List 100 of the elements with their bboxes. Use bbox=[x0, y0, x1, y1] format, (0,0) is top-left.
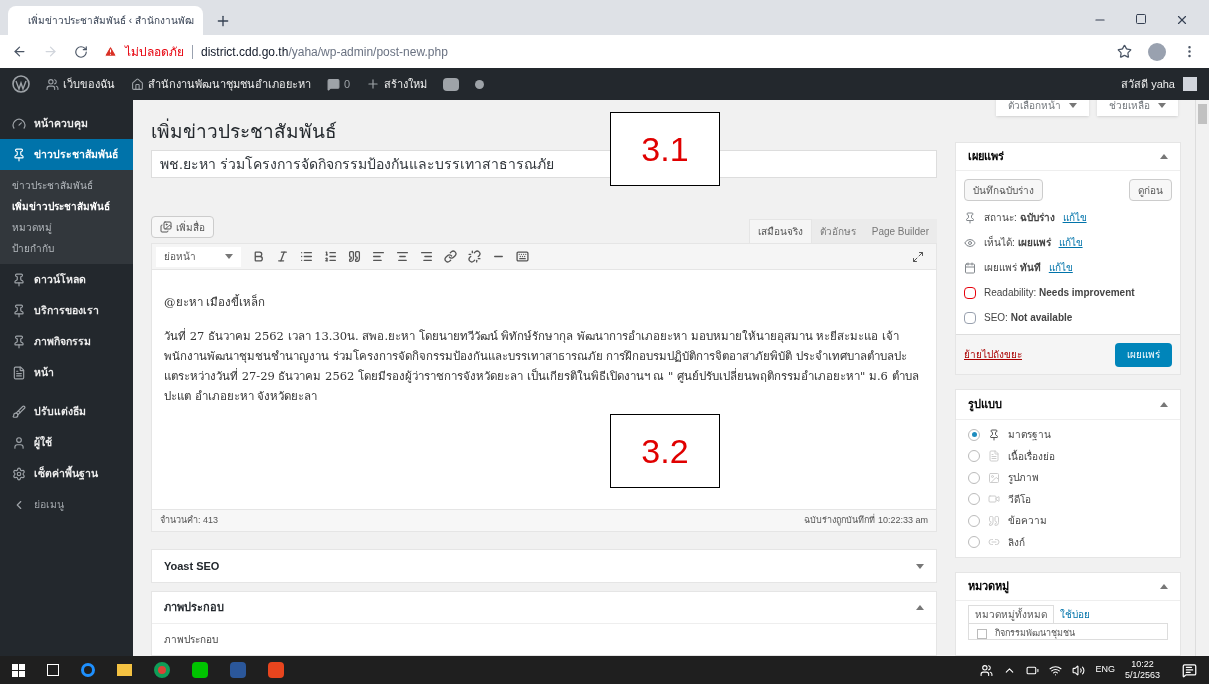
logo-icon[interactable] bbox=[12, 75, 30, 93]
my-sites-link[interactable]: เว็บของฉัน bbox=[46, 75, 115, 93]
category-label: กิจกรรมพัฒนาชุมชน bbox=[995, 628, 1075, 639]
volume-icon[interactable] bbox=[1072, 663, 1086, 677]
submenu-item[interactable]: ป้ายกำกับ bbox=[12, 241, 121, 256]
back-icon[interactable] bbox=[12, 44, 27, 59]
edit-link[interactable]: แก้ไข bbox=[1062, 210, 1087, 225]
sidebar-item[interactable]: ปรับแต่งธีม bbox=[0, 396, 133, 427]
sidebar-item[interactable]: ข่าวประชาสัมพันธ์ bbox=[0, 139, 133, 170]
editor-tab[interactable]: ตัวอักษร bbox=[811, 219, 864, 244]
greeting-link[interactable]: สวัสดี yaha bbox=[1121, 75, 1197, 93]
language-indicator[interactable]: ENG bbox=[1095, 663, 1115, 677]
close-icon[interactable] bbox=[1175, 13, 1189, 27]
pin-icon bbox=[12, 147, 26, 162]
quote-icon bbox=[988, 514, 1000, 527]
edit-link[interactable]: แก้ไข bbox=[1048, 260, 1073, 275]
windows-icon[interactable] bbox=[12, 663, 25, 677]
publish-button[interactable]: เผยแพร่ bbox=[1115, 342, 1172, 367]
site-link[interactable]: สำนักงานพัฒนาชุมชนอำเภอยะหา bbox=[131, 75, 311, 93]
category-tab[interactable]: ใช้บ่อย bbox=[1054, 605, 1096, 623]
quote-icon[interactable] bbox=[348, 250, 361, 264]
reload-icon[interactable] bbox=[74, 44, 88, 59]
pin-icon bbox=[12, 303, 26, 318]
gear-icon bbox=[12, 466, 26, 481]
autosave-status: ฉบับร่างถูกบันทึกที่ 10:22:33 am bbox=[804, 513, 928, 528]
sidebar-item[interactable]: ดาวน์โหลด bbox=[0, 264, 133, 295]
maximize-icon[interactable] bbox=[1135, 13, 1147, 25]
task-view-icon[interactable] bbox=[47, 664, 59, 676]
align-center-icon[interactable] bbox=[396, 250, 409, 264]
format-label: เนื้อเรื่องย่อ bbox=[1008, 448, 1055, 464]
editor-paragraph: วันที่ 27 ธันวาคม 2562 เวลา 13.30น. สพอ.ยะหา โดยนายทวีวัฒน์ พิทักษ์รักษากุล พัฒนาการอำเภอยะหา มอบหมายให้นายอุสมาน หะยีสะมะแอ เจ้าพนักงานพัฒนาชุมชนชำนาญงาน ร่วมโครงการจัดกิจกรรมป้องกันและบรรเทาสาธารณภัย การฝึกอบรมปฏิบัติการจิตอาสาภัยพิบัติ ประจำเทศบาลตำบลปะแตระหว่างวันที่ 27-29 ธันวาคม 2562 โดยมีรองผู้ว่าราชการจังหวัดยะลา เป็นเกียรติในพิธีเปิดงานฯ ณ " ศูนย์ปรับเปลี่ยนพฤติกรรมอำเภอยะหา" ม.6 ตำบลปะแต อำเภอยะหา จังหวัดยะลา bbox=[164, 327, 920, 406]
comments-link[interactable]: 0 bbox=[327, 75, 351, 93]
caret-down-icon bbox=[916, 563, 924, 569]
sidebar-item[interactable]: หน้า bbox=[0, 357, 133, 388]
sidebar-item[interactable]: หน้าควบคุม bbox=[0, 108, 133, 139]
wifi-icon[interactable] bbox=[1049, 663, 1063, 677]
editor-paragraph: @ยะหา เมืองขี้เหล็ก bbox=[164, 293, 267, 312]
pin-icon bbox=[964, 211, 976, 224]
publish-info: เผยแพร่ ทันที bbox=[984, 261, 1041, 275]
align-right-icon[interactable] bbox=[420, 250, 433, 264]
fullscreen-icon[interactable] bbox=[912, 250, 924, 263]
submenu-item[interactable]: เพิ่มข่าวประชาสัมพันธ์ bbox=[12, 199, 121, 214]
notification-icon[interactable] bbox=[1182, 662, 1197, 678]
submenu-item[interactable]: หมวดหมู่ bbox=[12, 220, 121, 235]
editor-tab[interactable]: เสมือนจริง bbox=[748, 219, 812, 244]
caret-down-icon bbox=[1158, 102, 1166, 108]
video-icon bbox=[988, 493, 1000, 506]
address-field[interactable]: ไม่ปลอดภัย district.cdd.go.th/yaha/wp-admin/post-new.php bbox=[104, 42, 448, 61]
title-text: พช.ยะหา ร่วมโครงการจัดกิจกรรมป้องกันและบรรเทาสาธารณภัย bbox=[160, 154, 554, 174]
metabox-header[interactable]: ภาพประกอบ bbox=[152, 592, 936, 624]
format-label: มาตรฐาน bbox=[1008, 428, 1051, 443]
format-dropdown[interactable]: ย่อหน้า bbox=[156, 246, 241, 267]
unlink-icon[interactable] bbox=[468, 250, 481, 264]
metabox-header[interactable]: Yoast SEO bbox=[152, 550, 936, 582]
avatar-icon[interactable] bbox=[1148, 42, 1166, 61]
calendar-icon bbox=[964, 261, 976, 274]
clock[interactable]: 10:22 5/1/2563 bbox=[1124, 659, 1160, 681]
caret-up-icon bbox=[1160, 584, 1168, 589]
bullet-list-icon[interactable] bbox=[300, 250, 313, 264]
browser-tab[interactable]: เพิ่มข่าวประชาสัมพันธ์ ‹ สำนักงานพัฒ bbox=[8, 6, 203, 35]
sidebar-item[interactable]: ย่อเมนู bbox=[0, 489, 133, 520]
gauge-icon bbox=[12, 116, 26, 131]
numbered-list-icon[interactable] bbox=[324, 250, 337, 264]
caret-up-icon bbox=[1160, 154, 1168, 159]
plus-icon bbox=[366, 77, 381, 91]
comment-icon bbox=[327, 77, 340, 91]
image-icon bbox=[988, 471, 1000, 484]
category-tab[interactable]: หมวดหมู่ทั้งหมด bbox=[968, 605, 1054, 623]
scrollbar[interactable] bbox=[1195, 100, 1209, 656]
italic-icon[interactable] bbox=[276, 250, 289, 264]
sidebar-item[interactable]: บริการของเรา bbox=[0, 295, 133, 326]
preview-button[interactable]: ดูก่อน bbox=[1129, 179, 1172, 201]
pin-icon bbox=[12, 334, 26, 349]
save-draft-button[interactable]: บันทึกฉบับร่าง bbox=[964, 179, 1043, 201]
sidebar-item[interactable]: เซ็ตค่าพื้นฐาน bbox=[0, 458, 133, 489]
separator bbox=[192, 44, 193, 59]
publish-info: สถานะ: ฉบับร่าง bbox=[984, 211, 1055, 225]
edit-link[interactable]: แก้ไข bbox=[1058, 235, 1083, 250]
metabox-content: ภาพประกอบ bbox=[163, 633, 219, 647]
new-link[interactable]: สร้างใหม่ bbox=[366, 75, 428, 93]
new-tab-icon[interactable] bbox=[215, 13, 231, 29]
trash-link[interactable]: ย้ายไปถังขยะ bbox=[964, 347, 1022, 362]
document-icon bbox=[988, 450, 1000, 463]
sidebar-item[interactable]: ผู้ใช้ bbox=[0, 427, 133, 458]
editor-area[interactable] bbox=[151, 270, 937, 509]
people-icon[interactable] bbox=[980, 663, 994, 677]
star-icon[interactable] bbox=[1117, 44, 1132, 59]
screen-meta-button[interactable]: ช่วยเหลือ bbox=[1097, 100, 1178, 116]
editor-tab[interactable]: Page Builder bbox=[863, 219, 937, 244]
add-media-button[interactable]: เพิ่มสื่อ bbox=[151, 216, 214, 239]
screen-meta-button[interactable]: ตัวเลือกหน้า bbox=[996, 100, 1089, 116]
checkbox[interactable] bbox=[977, 628, 987, 639]
align-left-icon[interactable] bbox=[372, 250, 385, 264]
submenu-item[interactable]: ข่าวประชาสัมพันธ์ bbox=[12, 178, 121, 193]
annotation-label: 3.2 bbox=[610, 414, 720, 488]
link-icon[interactable] bbox=[444, 250, 457, 264]
bold-icon[interactable] bbox=[252, 250, 265, 264]
keyboard-icon[interactable] bbox=[516, 250, 529, 264]
sidebar-item[interactable]: ภาพกิจกรรม bbox=[0, 326, 133, 357]
user-icon bbox=[12, 435, 26, 450]
